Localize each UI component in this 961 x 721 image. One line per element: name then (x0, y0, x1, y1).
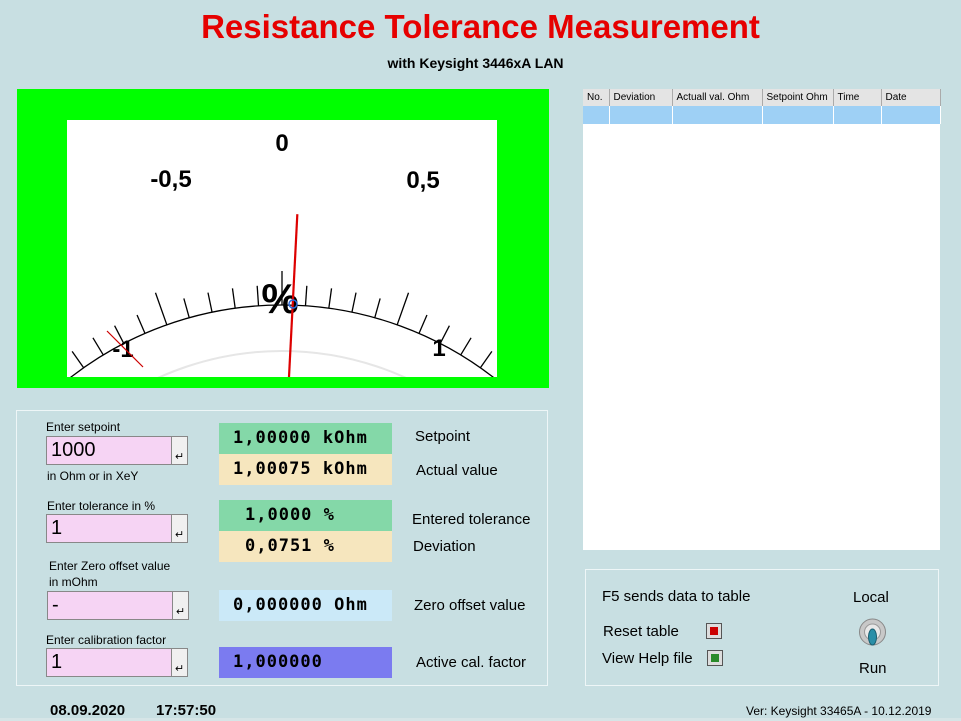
tolerance-enter-button[interactable]: ↵ (171, 514, 188, 543)
table-row[interactable] (583, 106, 941, 124)
status-date: 08.09.2020 (50, 702, 126, 719)
table-cell[interactable] (609, 106, 673, 124)
table-cell[interactable] (881, 106, 941, 124)
setpoint-readout-label: Setpoint (415, 428, 471, 445)
actual-value-label: Actual value (416, 462, 498, 479)
table-cell[interactable] (762, 106, 834, 124)
scale-tick (351, 292, 357, 313)
scale-tick (183, 298, 190, 318)
meter-face: 0 -0,5 0,5 -1 1 % (67, 120, 497, 377)
column-header-actual-value[interactable]: Actuall val. Ohm (672, 89, 763, 106)
column-header-no[interactable]: No. (583, 89, 610, 106)
local-run-toggle-switch[interactable] (858, 612, 887, 652)
scale-label-pos-one: 1 (432, 335, 445, 362)
view-help-button[interactable] (707, 650, 723, 666)
status-time: 17:57:50 (156, 702, 217, 719)
setpoint-readout: 1,00000 kOhm (219, 423, 392, 454)
scale-tick (396, 292, 410, 326)
scale-label-pos-half: 0,5 (406, 167, 439, 194)
scale-tick (154, 292, 168, 326)
cal-factor-label: Enter calibration factor (46, 633, 167, 647)
column-header-setpoint[interactable]: Setpoint Ohm (762, 89, 834, 106)
setpoint-hint: in Ohm or in XeY (47, 469, 139, 483)
scale-tick (207, 292, 213, 313)
meter-scale: 0 -0,5 0,5 -1 1 % (70, 130, 494, 377)
scale-label-neg-half: -0,5 (150, 166, 191, 193)
scale-tick (328, 288, 333, 309)
scale-tick (460, 337, 472, 356)
column-header-time[interactable]: Time (833, 89, 882, 106)
scale-tick (374, 298, 381, 318)
zero-offset-label: Enter Zero offset value (49, 559, 171, 573)
scale-label-zero: 0 (275, 130, 288, 157)
scale-tick (256, 285, 260, 306)
zero-offset-readout-label: Zero offset value (414, 597, 526, 614)
setpoint-input[interactable]: 1000 (46, 436, 187, 465)
scale-tick (304, 285, 308, 306)
version-label: Ver: Keysight 33465A - 10.12.2019 (746, 704, 932, 718)
app-title: Resistance Tolerance Measurement (201, 8, 760, 45)
scale-tick (231, 288, 236, 309)
table-cell[interactable] (833, 106, 882, 124)
scale-tick (92, 337, 104, 356)
tolerance-readout: 1,0000 % (219, 500, 392, 531)
setpoint-label: Enter setpoint (46, 420, 121, 434)
cal-factor-readout-label: Active cal. factor (416, 654, 527, 671)
column-header-date[interactable]: Date (881, 89, 941, 106)
deviation-readout: 0,0751 % (219, 531, 392, 562)
scale-tick (418, 314, 428, 334)
tolerance-readout-label: Entered tolerance (412, 511, 531, 528)
cal-factor-readout: 1,000000 (219, 647, 392, 678)
help-icon (711, 654, 719, 662)
zero-offset-unit-label: in mOhm (49, 575, 98, 589)
zero-offset-enter-button[interactable]: ↵ (172, 591, 189, 620)
cal-factor-input[interactable]: 1 (46, 648, 187, 677)
table-cell[interactable] (672, 106, 763, 124)
column-header-deviation[interactable]: Deviation (609, 89, 673, 106)
tolerance-label: Enter tolerance in % (47, 499, 156, 513)
view-help-label: View Help file (602, 650, 693, 667)
setpoint-enter-button[interactable]: ↵ (171, 436, 188, 465)
toggle-switch-icon (859, 618, 886, 646)
cal-factor-enter-button[interactable]: ↵ (171, 648, 188, 677)
app-subtitle: with Keysight 3446xA LAN (387, 55, 564, 71)
local-label: Local (853, 589, 889, 606)
scale-tick (71, 351, 85, 369)
zero-offset-readout: 0,000000 Ohm (219, 590, 392, 621)
reset-table-button[interactable] (706, 623, 722, 639)
f5-hint: F5 sends data to table (602, 588, 751, 605)
tolerance-input[interactable]: 1 (46, 514, 187, 543)
run-label: Run (859, 660, 887, 677)
scale-tick (479, 351, 493, 369)
zero-offset-input[interactable]: - (47, 591, 188, 620)
scale-tick (136, 314, 146, 334)
reset-icon (710, 627, 718, 635)
reset-table-label: Reset table (603, 623, 679, 640)
deviation-label: Deviation (413, 538, 476, 555)
actual-value-readout: 1,00075 kOhm (219, 454, 392, 485)
table-cell[interactable] (583, 106, 610, 124)
measurement-table[interactable]: No. Deviation Actuall val. Ohm Setpoint … (583, 89, 941, 550)
